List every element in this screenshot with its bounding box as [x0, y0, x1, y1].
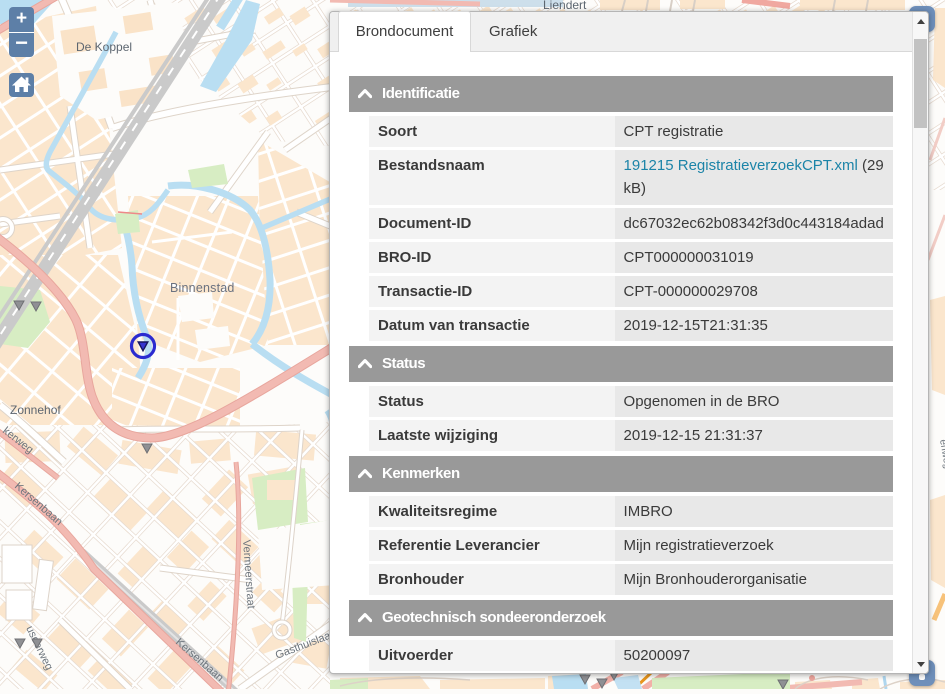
- svg-text:Zonnehof: Zonnehof: [10, 403, 61, 417]
- svg-text:Binnenstad: Binnenstad: [170, 281, 235, 295]
- svg-text:De Koppel: De Koppel: [76, 40, 132, 54]
